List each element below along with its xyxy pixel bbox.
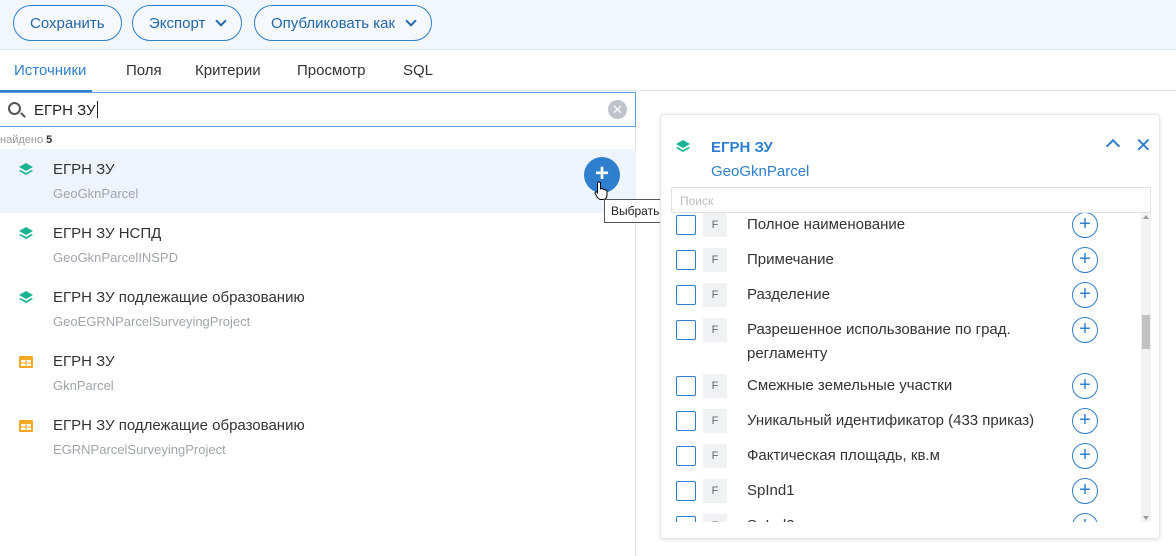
- field-filter-placeholder: Поиск: [680, 194, 714, 208]
- scrollbar-thumb[interactable]: [1142, 315, 1150, 349]
- field-checkbox[interactable]: [676, 215, 696, 235]
- source-detail-card: ЕГРН ЗУ GeoGknParcel ✕ Поиск F Полное на…: [660, 114, 1160, 539]
- add-field-button[interactable]: +: [1072, 513, 1098, 522]
- table-icon: [19, 356, 33, 368]
- source-item[interactable]: ЕГРН ЗУ подлежащие образованию EGRNParce…: [0, 405, 636, 469]
- field-checkbox[interactable]: [676, 320, 696, 340]
- field-type-badge: F: [703, 213, 727, 237]
- field-checkbox[interactable]: [676, 250, 696, 270]
- add-field-button[interactable]: +: [1072, 247, 1098, 273]
- source-item[interactable]: ЕГРН ЗУ GeoGknParcel: [0, 149, 636, 213]
- layers-icon: [19, 163, 33, 175]
- field-checkbox[interactable]: [676, 285, 696, 305]
- field-type-badge: F: [703, 514, 727, 522]
- layers-icon: [19, 291, 33, 303]
- tab-criteria[interactable]: Критерии: [195, 51, 261, 91]
- add-field-button[interactable]: +: [1072, 478, 1098, 504]
- field-name: Разделение: [747, 286, 830, 303]
- chevron-down-icon: [215, 15, 228, 27]
- field-filter-input[interactable]: Поиск: [671, 187, 1151, 213]
- publish-as-button[interactable]: Опубликовать как: [254, 5, 433, 41]
- field-list: F Полное наименование + F Примечание + F…: [661, 213, 1151, 522]
- collapse-icon[interactable]: [1105, 138, 1121, 154]
- field-type-badge: F: [703, 479, 727, 503]
- layers-icon: [676, 140, 690, 152]
- scroll-down-arrow-icon[interactable]: [1143, 516, 1149, 520]
- found-count: найдено 5: [0, 134, 52, 146]
- source-search-box[interactable]: ЕГРН ЗУ ✕: [0, 92, 636, 127]
- save-button-label: Сохранить: [30, 14, 105, 32]
- add-field-button[interactable]: +: [1072, 373, 1098, 399]
- source-title: ЕГРН ЗУ подлежащие образованию: [53, 289, 305, 306]
- field-type-badge: F: [703, 283, 727, 307]
- field-checkbox[interactable]: [676, 481, 696, 501]
- search-icon: [8, 102, 21, 115]
- add-field-button[interactable]: +: [1072, 317, 1098, 343]
- table-icon: [19, 420, 33, 432]
- tab-fields[interactable]: Поля: [126, 51, 162, 91]
- found-number: 5: [46, 134, 53, 146]
- add-field-button[interactable]: +: [1072, 213, 1098, 238]
- tab-preview[interactable]: Просмотр: [297, 51, 366, 91]
- source-title: ЕГРН ЗУ: [53, 353, 115, 370]
- field-checkbox[interactable]: [676, 376, 696, 396]
- field-type-badge: F: [703, 318, 727, 342]
- search-input-value: ЕГРН ЗУ: [34, 102, 96, 119]
- export-button-label: Экспорт: [149, 14, 206, 32]
- field-name: Смежные земельные участки: [747, 377, 953, 394]
- field-list-scrollbar[interactable]: [1141, 213, 1151, 522]
- tab-bar: Источники Поля Критерии Просмотр SQL: [0, 51, 1176, 92]
- add-field-button[interactable]: +: [1072, 282, 1098, 308]
- field-name: Примечание: [747, 251, 834, 268]
- source-title: ЕГРН ЗУ подлежащие образованию: [53, 417, 305, 434]
- field-name: SpInd2: [747, 514, 1067, 522]
- publish-as-button-label: Опубликовать как: [271, 14, 396, 32]
- detail-subtitle[interactable]: GeoGknParcel: [711, 163, 809, 180]
- field-type-badge: F: [703, 409, 727, 433]
- found-label: найдено: [0, 134, 44, 146]
- source-item[interactable]: ЕГРН ЗУ НСПД GeoGknParcelINSPD: [0, 213, 636, 277]
- scroll-up-arrow-icon[interactable]: [1143, 215, 1149, 219]
- source-subtitle: EGRNParcelSurveyingProject: [53, 442, 226, 457]
- source-item[interactable]: ЕГРН ЗУ GknParcel: [0, 341, 636, 405]
- layers-icon: [19, 227, 33, 239]
- source-title: ЕГРН ЗУ: [53, 161, 115, 178]
- sources-panel: ЕГРН ЗУ ✕ найдено 5 ЕГРН ЗУ GeoGknParcel …: [0, 92, 636, 556]
- close-icon[interactable]: ✕: [1135, 133, 1152, 158]
- source-item[interactable]: ЕГРН ЗУ подлежащие образованию GeoEGRNPa…: [0, 277, 636, 341]
- source-title: ЕГРН ЗУ НСПД: [53, 225, 162, 242]
- field-type-badge: F: [703, 374, 727, 398]
- text-caret: [96, 101, 98, 118]
- field-type-badge: F: [703, 248, 727, 272]
- field-checkbox[interactable]: [676, 446, 696, 466]
- search-input[interactable]: ЕГРН ЗУ: [34, 101, 98, 119]
- field-name: Полное наименование: [747, 216, 906, 233]
- field-name: Разрешенное использование по град. регла…: [747, 321, 1011, 362]
- hand-cursor-icon: [594, 181, 608, 200]
- source-subtitle: GeoGknParcel: [53, 186, 139, 201]
- chevron-down-icon: [405, 15, 417, 27]
- toolbar: Сохранить Экспорт Опубликовать как: [0, 0, 1176, 50]
- field-name: Уникальный идентификатор (433 приказ): [747, 412, 1035, 429]
- source-subtitle: GeoGknParcelINSPD: [53, 250, 178, 265]
- field-checkbox[interactable]: [676, 411, 696, 431]
- source-subtitle: GeoEGRNParcelSurveyingProject: [53, 314, 251, 329]
- detail-title: ЕГРН ЗУ: [711, 139, 773, 156]
- add-field-button[interactable]: +: [1072, 408, 1098, 434]
- field-name: SpInd1: [747, 482, 795, 499]
- source-subtitle: GknParcel: [53, 378, 114, 393]
- field-checkbox[interactable]: [676, 516, 696, 522]
- field-type-badge: F: [703, 444, 727, 468]
- clear-search-icon[interactable]: ✕: [608, 100, 627, 119]
- save-button[interactable]: Сохранить: [13, 5, 122, 41]
- add-field-button[interactable]: +: [1072, 443, 1098, 469]
- tab-sql[interactable]: SQL: [403, 51, 433, 91]
- tab-sources[interactable]: Источники: [0, 51, 93, 92]
- export-button[interactable]: Экспорт: [132, 5, 243, 41]
- field-name: Фактическая площадь, кв.м: [747, 447, 940, 464]
